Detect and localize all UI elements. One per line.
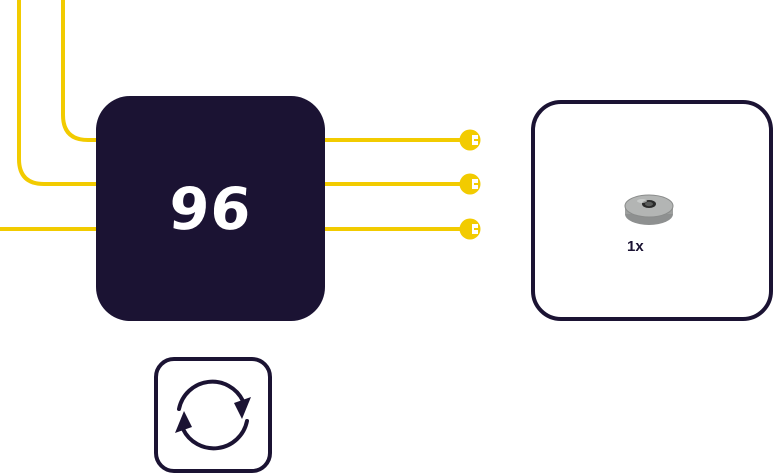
plug-connector-icon — [459, 173, 481, 195]
rotate-button[interactable] — [154, 357, 272, 473]
step-number-box: 96 — [96, 96, 325, 321]
parts-list-panel: 1x — [531, 100, 773, 321]
part-quantity: 1x — [627, 238, 644, 255]
input-wire-2 — [17, 0, 98, 186]
rotate-icon — [175, 379, 251, 451]
plug-connector-icon — [459, 129, 481, 151]
input-wire-1 — [61, 0, 98, 142]
plug-connector-icon — [459, 218, 481, 240]
step-number: 96 — [166, 174, 255, 243]
round-tile-part-icon — [624, 192, 674, 232]
